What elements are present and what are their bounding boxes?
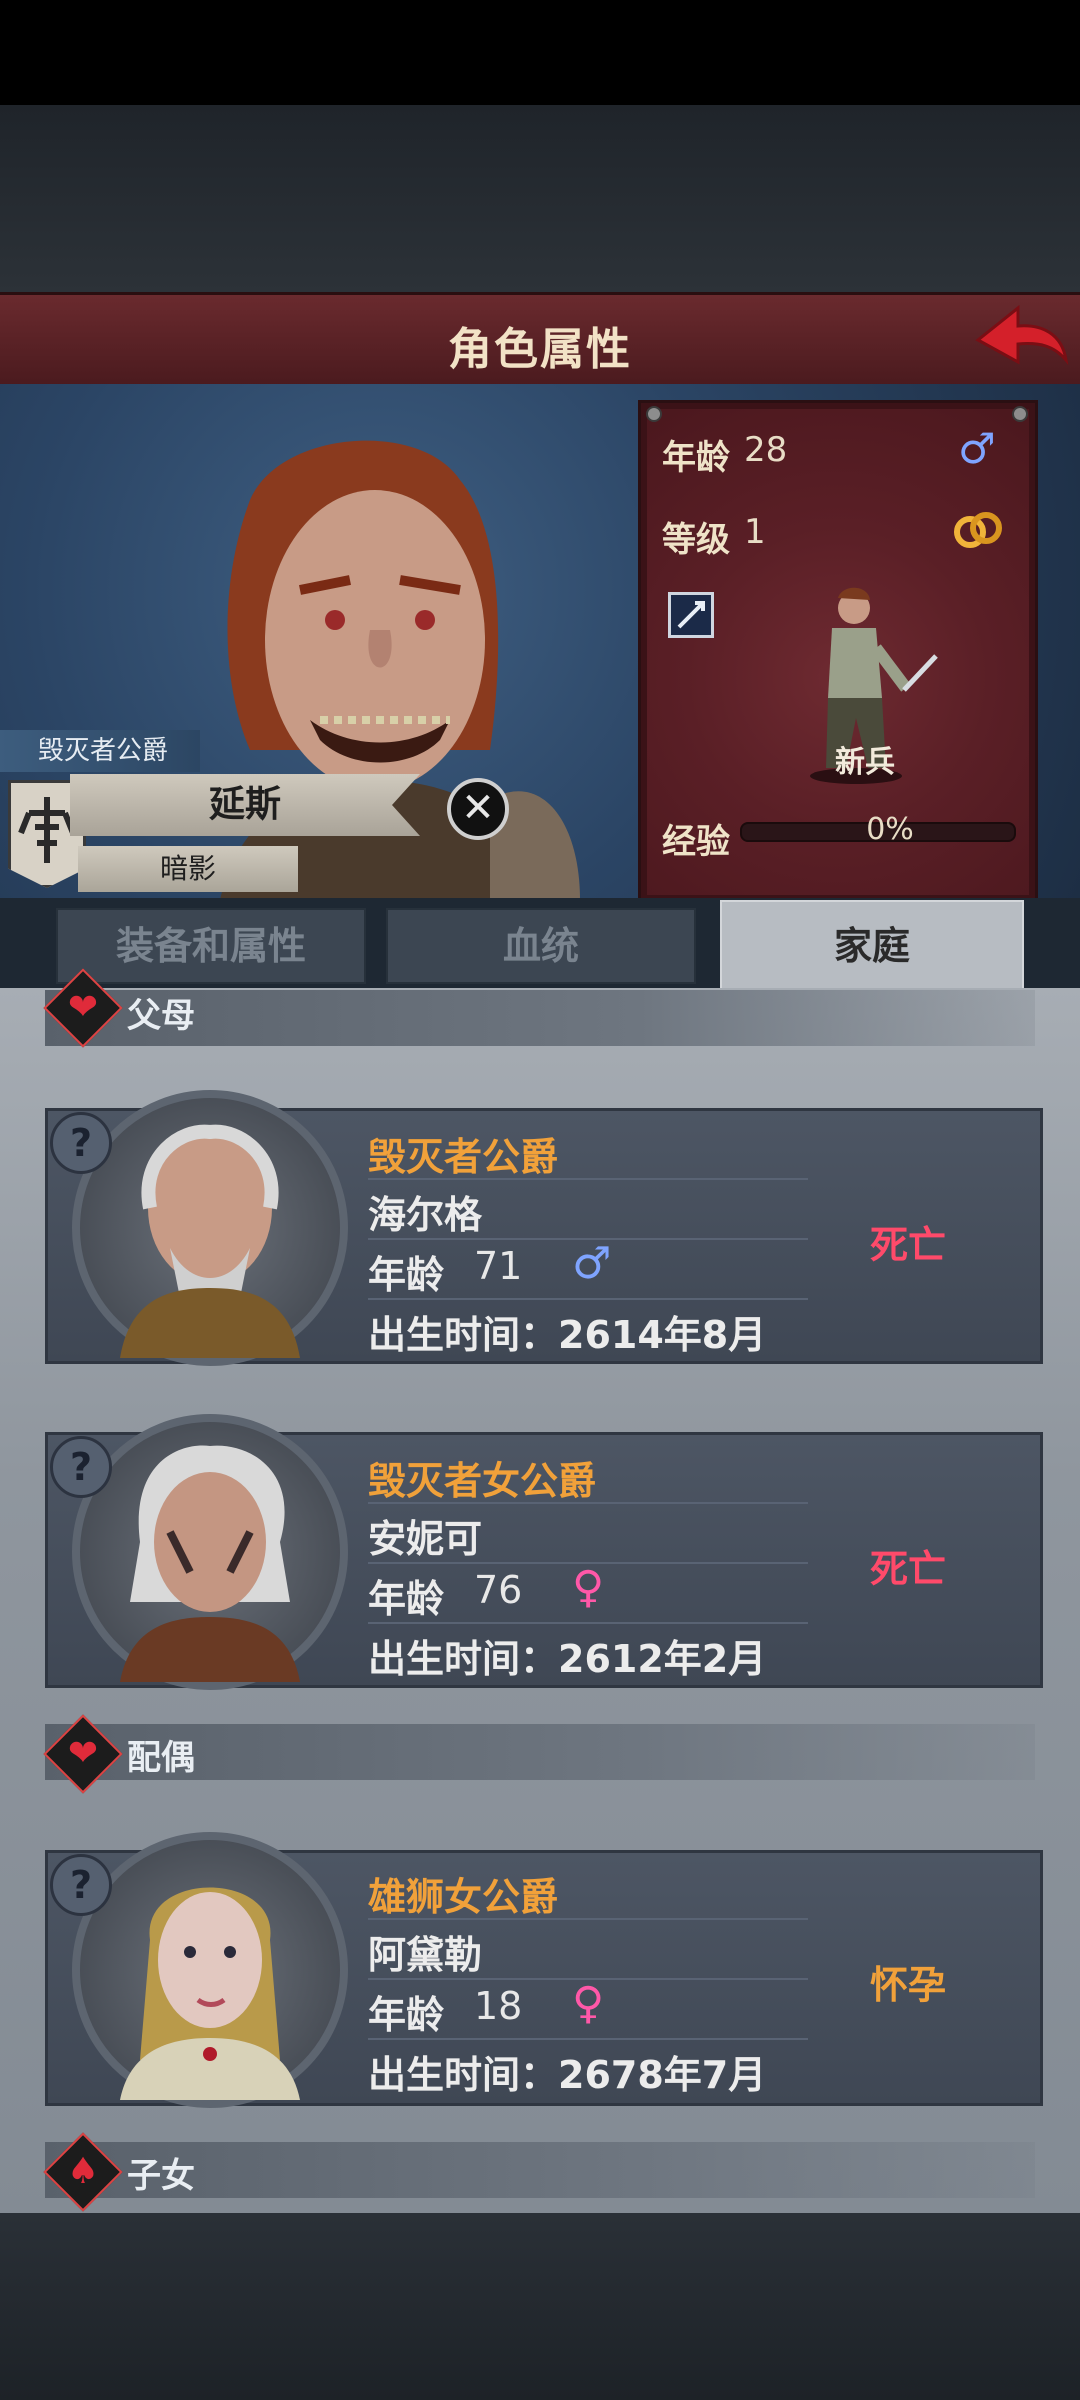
rivet-icon xyxy=(1012,406,1028,422)
marriage-rings-icon xyxy=(954,512,1002,548)
back-arrow-icon xyxy=(975,304,1069,365)
age-label: 年龄 xyxy=(662,438,730,478)
tab-bloodline[interactable]: 血统 xyxy=(386,908,696,984)
member-name: 阿黛勒 xyxy=(368,1933,483,1977)
divider xyxy=(368,1918,808,1920)
character-subtitle: 暗影 xyxy=(78,846,298,892)
avatar-father[interactable] xyxy=(72,1090,348,1366)
member-status: 死亡 xyxy=(870,1223,947,1267)
avatar-spouse[interactable] xyxy=(72,1832,348,2108)
avatar-mother[interactable] xyxy=(72,1414,348,1690)
tab-equipment-attributes[interactable]: 装备和属性 xyxy=(56,908,366,984)
member-age-label: 年龄 xyxy=(368,1993,445,2037)
member-age-label: 年龄 xyxy=(368,1577,445,1621)
rivet-icon xyxy=(646,406,662,422)
section-header-children: ♠ 子女 xyxy=(43,2132,1035,2212)
header-backdrop xyxy=(0,105,1080,295)
level-label: 等级 xyxy=(662,520,730,560)
divider xyxy=(368,1298,808,1300)
male-gender-icon: ♂ xyxy=(958,424,996,473)
rank-title: 毁灭者公爵 xyxy=(0,730,200,772)
section-header-parents: ❤ 父母 xyxy=(43,968,1035,1048)
help-icon[interactable]: ? xyxy=(50,1436,112,1498)
member-status: 怀孕 xyxy=(870,1963,947,2007)
member-title: 毁灭者女公爵 xyxy=(368,1459,597,1503)
section-header-spouse: ❤ 配偶 xyxy=(43,1714,1035,1794)
member-birth: 出生时间：2614年8月 xyxy=(368,1313,767,1357)
divider xyxy=(368,1622,808,1624)
member-birth: 出生时间：2678年7月 xyxy=(368,2053,767,2097)
member-age: 76 xyxy=(474,1568,523,1612)
bottom-backdrop xyxy=(0,2213,1080,2400)
member-status: 死亡 xyxy=(870,1547,947,1591)
status-bar xyxy=(0,0,1080,105)
exp-percent: 0% xyxy=(866,812,914,847)
character-name: 延斯 xyxy=(70,774,420,836)
help-icon[interactable]: ? xyxy=(50,1854,112,1916)
male-gender-icon: ♂ xyxy=(572,1238,612,1289)
section-title-spouse: 配偶 xyxy=(127,1738,195,1778)
divider xyxy=(368,2038,808,2040)
divider xyxy=(368,1502,808,1504)
tab-family[interactable]: 家庭 xyxy=(720,900,1024,992)
member-title: 雄狮女公爵 xyxy=(368,1875,559,1919)
exp-label: 经验 xyxy=(662,822,730,862)
back-button[interactable] xyxy=(970,300,1070,378)
member-birth: 出生时间：2612年2月 xyxy=(368,1637,767,1681)
member-age: 18 xyxy=(474,1984,523,2028)
weapon-skill-icon[interactable] xyxy=(668,592,714,638)
member-name: 海尔格 xyxy=(368,1193,483,1237)
member-title: 毁灭者公爵 xyxy=(368,1135,559,1179)
member-age-label: 年龄 xyxy=(368,1253,445,1297)
section-title-parents: 父母 xyxy=(127,996,195,1036)
help-icon[interactable]: ? xyxy=(50,1112,112,1174)
member-age: 71 xyxy=(474,1244,523,1288)
page-title: 角色属性 xyxy=(448,324,632,375)
female-gender-icon: ♀ xyxy=(572,1978,605,2029)
age-value: 28 xyxy=(744,430,788,470)
level-value: 1 xyxy=(744,512,766,552)
divider xyxy=(368,1178,808,1180)
female-gender-icon: ♀ xyxy=(572,1562,605,1613)
title-bar: 角色属性 xyxy=(0,292,1080,390)
section-title-children: 子女 xyxy=(127,2156,195,2196)
close-icon[interactable]: ✕ xyxy=(447,778,509,840)
member-name: 安妮可 xyxy=(368,1517,483,1561)
unit-name: 新兵 xyxy=(835,745,895,780)
